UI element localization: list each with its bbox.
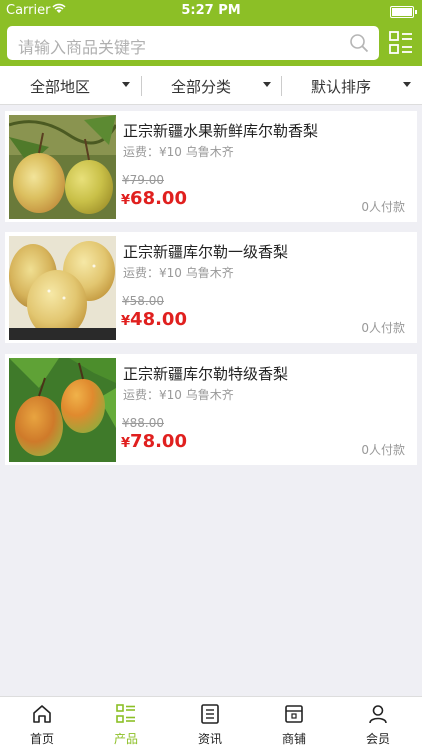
filter-sort[interactable]: 默认排序	[281, 66, 421, 104]
product-card[interactable]: 正宗新疆水果新鲜库尔勒香梨 运费：¥10 乌鲁木齐 ¥79.00 ¥68.00 …	[5, 111, 417, 222]
home-icon	[33, 705, 51, 723]
tab-member[interactable]: 会员	[336, 697, 420, 751]
product-paid-count: 0人付款	[361, 321, 405, 335]
product-paid-count: 0人付款	[361, 443, 405, 457]
tab-bar: 首页 产品 资讯 商铺 会员	[0, 696, 422, 751]
product-price: ¥78.00	[121, 431, 187, 452]
currency-symbol: ¥	[121, 193, 131, 208]
product-shipping: 运费：¥10 乌鲁木齐	[123, 266, 234, 280]
filter-region-label: 全部地区	[29, 78, 90, 96]
product-paid-count: 0人付款	[361, 200, 405, 214]
product-original-price: ¥58.00	[122, 294, 164, 308]
filter-category[interactable]: 全部分类	[141, 66, 281, 104]
battery-icon	[390, 6, 417, 18]
grid-list-icon[interactable]	[388, 30, 414, 56]
top-bar: Carrier 5:27 PM 请输入商品关键字	[0, 0, 422, 66]
tab-stores[interactable]: 商铺	[252, 697, 336, 751]
product-price: ¥68.00	[121, 188, 187, 209]
price-value: 68.00	[130, 188, 187, 209]
product-original-price: ¥88.00	[122, 416, 164, 430]
product-card[interactable]: 正宗新疆库尔勒一级香梨 运费：¥10 乌鲁木齐 ¥58.00 ¥48.00 0人…	[5, 232, 417, 343]
product-name: 正宗新疆水果新鲜库尔勒香梨	[123, 122, 319, 140]
filter-region[interactable]: 全部地区	[0, 66, 140, 104]
product-name: 正宗新疆库尔勒特级香梨	[123, 365, 289, 383]
tab-stores-label: 商铺	[281, 732, 306, 746]
news-icon	[201, 704, 219, 724]
product-list-icon	[116, 704, 135, 723]
currency-symbol: ¥	[121, 314, 131, 329]
tab-home-label: 首页	[29, 732, 54, 746]
product-image	[9, 358, 116, 462]
product-shipping: 运费：¥10 乌鲁木齐	[123, 388, 234, 402]
product-shipping: 运费：¥10 乌鲁木齐	[123, 145, 234, 159]
tab-products[interactable]: 产品	[84, 697, 168, 751]
member-icon	[369, 705, 387, 724]
status-bar: Carrier 5:27 PM	[0, 0, 422, 22]
status-time: 5:27 PM	[181, 3, 241, 18]
filter-bar: 全部地区 全部分类 默认排序	[0, 66, 422, 105]
filter-sort-label: 默认排序	[310, 78, 371, 96]
product-image	[9, 115, 116, 219]
tab-products-label: 产品	[113, 732, 138, 746]
tab-member-label: 会员	[365, 732, 390, 746]
chevron-down-icon	[263, 82, 271, 87]
price-value: 48.00	[130, 309, 187, 330]
tab-news[interactable]: 资讯	[168, 697, 252, 751]
search-icon[interactable]	[349, 33, 369, 53]
tab-home[interactable]: 首页	[0, 697, 84, 751]
chevron-down-icon	[403, 82, 411, 87]
product-card[interactable]: 正宗新疆库尔勒特级香梨 运费：¥10 乌鲁木齐 ¥88.00 ¥78.00 0人…	[5, 354, 417, 465]
product-name: 正宗新疆库尔勒一级香梨	[123, 243, 289, 261]
search-input[interactable]: 请输入商品关键字	[7, 26, 379, 60]
filter-category-label: 全部分类	[170, 78, 231, 96]
product-original-price: ¥79.00	[122, 173, 164, 187]
product-price: ¥48.00	[121, 309, 187, 330]
product-image	[9, 236, 116, 340]
currency-symbol: ¥	[121, 436, 131, 451]
chevron-down-icon	[122, 82, 130, 87]
store-icon	[285, 705, 303, 723]
search-placeholder: 请输入商品关键字	[18, 38, 147, 57]
price-value: 78.00	[130, 431, 187, 452]
tab-news-label: 资讯	[197, 732, 222, 746]
